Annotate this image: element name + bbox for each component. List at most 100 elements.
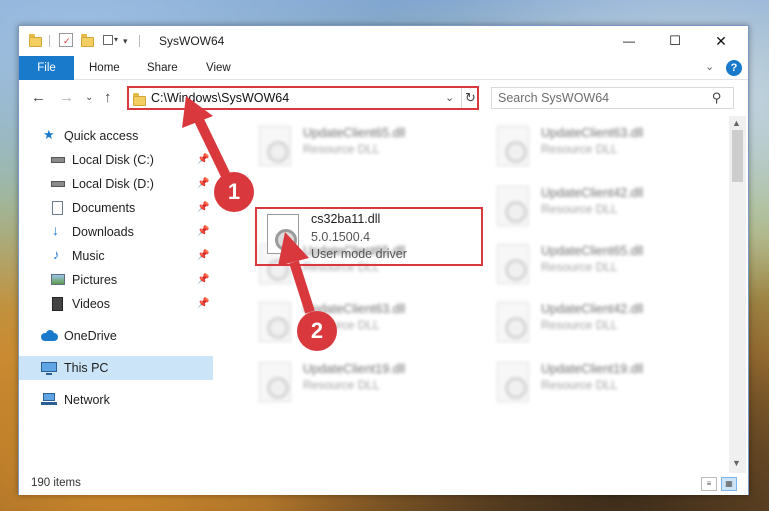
list-item[interactable]: UpdateClient42.dll Resource DLL (493, 298, 713, 350)
drive-icon (51, 153, 67, 167)
scroll-up-icon[interactable]: ▲ (732, 118, 741, 128)
dll-file-icon (267, 214, 299, 254)
sidebar-item-label: Local Disk (C:) (72, 153, 154, 167)
file-name: UpdateClient65.dll (303, 126, 406, 140)
search-icon[interactable]: ⚲ (712, 90, 722, 106)
list-item[interactable]: UpdateClient42.dll Resource DLL (493, 182, 713, 234)
file-version: 5.0.1500.4 (311, 230, 371, 244)
pin-icon: 📌 (197, 154, 210, 165)
pin-icon: 📌 (197, 226, 210, 237)
details-view-icon[interactable]: ≡ (701, 477, 717, 491)
sidebar-item-pictures[interactable]: Pictures 📌 (19, 268, 213, 292)
sidebar-item-music[interactable]: ♪ Music 📌 (19, 244, 213, 268)
recent-locations-button[interactable]: ⌄ (85, 92, 93, 103)
pin-icon: 📌 (197, 274, 210, 285)
sidebar-item-videos[interactable]: Videos 📌 (19, 292, 213, 316)
step-2-badge: 2 (297, 311, 337, 351)
address-dropdown-icon[interactable]: ⌄ (445, 91, 454, 104)
list-item[interactable]: UpdateClient63.dll Resource DLL (255, 298, 475, 350)
large-icons-view-icon[interactable]: ▦ (721, 477, 737, 491)
expand-ribbon-icon[interactable]: ⌄ (705, 60, 714, 73)
sidebar-item-this-pc[interactable]: This PC (19, 356, 213, 380)
sidebar-item-label: Videos (72, 297, 110, 311)
qat-dropdown-icon[interactable]: ▾ (123, 36, 128, 52)
sidebar-item-label: Documents (72, 201, 136, 215)
tab-share[interactable]: Share (147, 62, 178, 74)
refresh-icon[interactable]: ↻ (461, 88, 479, 108)
dll-file-icon (497, 244, 529, 284)
file-name: cs32ba11.dll (311, 212, 381, 226)
scroll-down-icon[interactable]: ▼ (732, 458, 741, 468)
close-button[interactable]: ✕ (698, 26, 744, 56)
download-icon: ↓ (52, 222, 59, 238)
dll-file-icon (497, 186, 529, 226)
sidebar-item-downloads[interactable]: ↓ Downloads 📌 (19, 220, 213, 244)
dll-file-icon (497, 302, 529, 342)
pin-icon: 📌 (197, 202, 210, 213)
address-path[interactable]: C:\Windows\SysWOW64 (151, 91, 289, 105)
computer-icon (41, 361, 57, 375)
highlighted-file-item[interactable]: cs32ba11.dll 5.0.1500.4 User mode driver (263, 210, 483, 264)
file-name: UpdateClient42.dll (541, 302, 644, 316)
status-bar: 190 items ≡ ▦ (19, 473, 748, 495)
sidebar-item-onedrive[interactable]: OneDrive (19, 324, 213, 348)
address-bar[interactable]: C:\Windows\SysWOW64 ⌄ ↻ (127, 86, 479, 110)
sidebar-item-local-disk-c[interactable]: Local Disk (C:) 📌 (19, 148, 213, 172)
tab-file[interactable]: File (19, 56, 74, 80)
sidebar-item-documents[interactable]: Documents 📌 (19, 196, 213, 220)
sidebar-item-label: This PC (64, 361, 109, 375)
item-count: 190 items (31, 477, 81, 489)
file-type: Resource DLL (541, 260, 618, 274)
minimize-button[interactable]: — (606, 26, 652, 56)
dll-file-icon (497, 362, 529, 402)
maximize-icon: ☐ (669, 33, 681, 48)
pin-icon: 📌 (197, 178, 210, 189)
list-item[interactable]: UpdateClient19.dll Resource DLL (255, 358, 475, 410)
close-icon: ✕ (715, 32, 727, 49)
up-button[interactable]: ↑ (104, 89, 112, 106)
maximize-button[interactable]: ☐ (652, 26, 698, 56)
sidebar-item-label: Network (64, 393, 110, 407)
sidebar-item-quick-access[interactable]: ★ Quick access (19, 124, 213, 148)
pictures-icon (51, 273, 67, 287)
forward-button[interactable]: → (59, 89, 74, 106)
help-icon[interactable]: ? (726, 60, 742, 76)
dll-file-icon (259, 126, 291, 166)
list-item[interactable]: UpdateClient19.dll Resource DLL (493, 358, 713, 410)
file-type: Resource DLL (541, 142, 618, 156)
file-name: UpdateClient63.dll (541, 126, 644, 140)
file-type: Resource DLL (303, 378, 380, 392)
network-icon (41, 393, 57, 407)
tab-view[interactable]: View (206, 62, 231, 74)
list-item[interactable]: UpdateClient63.dll Resource DLL (493, 122, 713, 174)
vertical-scrollbar[interactable]: ▲ ▼ (729, 116, 746, 473)
tab-home[interactable]: Home (89, 62, 120, 74)
file-list: UpdateClient65.dll Resource DLL UpdateCl… (219, 116, 729, 473)
separator (139, 35, 140, 47)
scroll-thumb[interactable] (732, 130, 743, 182)
file-name: UpdateClient19.dll (303, 362, 406, 376)
sidebar-item-label: Downloads (72, 225, 134, 239)
customize-toolbar-icon[interactable]: ▾ (103, 33, 118, 47)
sidebar-item-label: Pictures (72, 273, 118, 287)
navigation-pane: ★ Quick access Local Disk (C:) 📌 Local D… (19, 116, 213, 473)
back-button[interactable]: ← (31, 89, 46, 106)
list-item[interactable]: UpdateClient65.dll Resource DLL (493, 240, 713, 292)
title-bar: ✓ ▾ ▾ SysWOW64 — ☐ ✕ (19, 26, 748, 56)
dll-file-icon (259, 302, 291, 342)
file-name: UpdateClient42.dll (541, 186, 644, 200)
file-explorer-window: ✓ ▾ ▾ SysWOW64 — ☐ ✕ File Home Share Vie… (18, 25, 749, 495)
file-name: UpdateClient65.dll (541, 244, 644, 258)
search-input[interactable] (498, 91, 698, 105)
search-box[interactable]: ⚲ (491, 87, 734, 109)
properties-icon[interactable]: ✓ (59, 33, 73, 47)
pin-icon: 📌 (197, 250, 210, 261)
file-type: Resource DLL (541, 378, 618, 392)
dll-file-icon (259, 362, 291, 402)
sidebar-item-label: OneDrive (64, 329, 117, 343)
list-item[interactable]: UpdateClient65.dll Resource DLL (255, 122, 475, 174)
sidebar-item-network[interactable]: Network (19, 388, 213, 412)
separator (49, 35, 50, 47)
ribbon-tabs: File Home Share View ⌄ ? (19, 56, 748, 80)
sidebar-item-local-disk-d[interactable]: Local Disk (D:) 📌 (19, 172, 213, 196)
